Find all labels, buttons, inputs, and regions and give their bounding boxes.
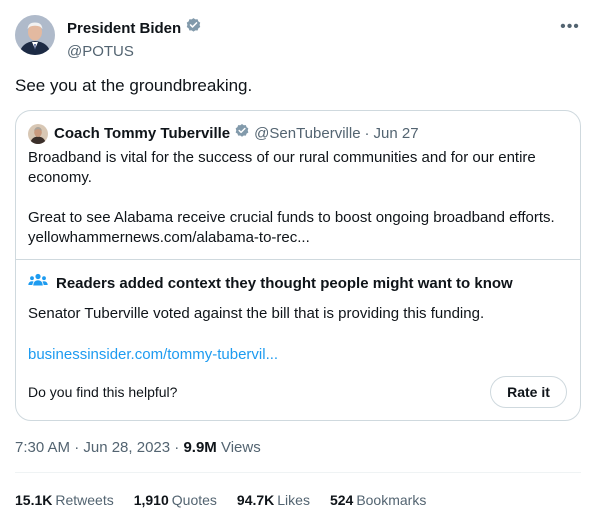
author-info: President Biden @POTUS (67, 17, 202, 60)
verified-badge-icon (185, 17, 202, 39)
likes-stat[interactable]: 94.7K Likes (237, 492, 310, 508)
tweet-meta: 7:30 AM · Jun 28, 2023 · 9.9M Views (15, 439, 261, 456)
quoted-paragraph-1: Broadband is vital for the success of ou… (28, 149, 536, 186)
quoted-tweet[interactable]: Coach Tommy Tuberville @SenTuberville · … (15, 110, 581, 421)
divider (15, 472, 581, 473)
community-note-title: Readers added context they thought peopl… (56, 275, 513, 292)
more-icon: ••• (560, 18, 580, 35)
community-note: Readers added context they thought peopl… (16, 259, 580, 420)
bookmarks-stat[interactable]: 524 Bookmarks (330, 492, 426, 508)
author-handle[interactable]: @POTUS (67, 43, 202, 60)
engagement-stats: 15.1K Retweets 1,910 Quotes 94.7K Likes 524… (15, 492, 446, 508)
quoted-separator: · (364, 125, 370, 142)
retweets-count: 15.1K (15, 492, 53, 508)
quotes-stat[interactable]: 1,910 Quotes (134, 492, 217, 508)
likes-count: 94.7K (236, 492, 275, 508)
retweets-stat[interactable]: 15.1K Retweets (15, 492, 114, 508)
quotes-label: Quotes (171, 492, 217, 508)
author-avatar[interactable] (15, 15, 55, 55)
timestamp[interactable]: 7:30 AM · Jun 28, 2023 · (15, 439, 183, 456)
bookmarks-label: Bookmarks (356, 492, 427, 508)
views-label: Views (216, 439, 261, 456)
quoted-author-avatar (28, 123, 48, 144)
community-icon (28, 273, 48, 294)
helpful-question: Do you find this helpful? (28, 384, 178, 400)
bookmarks-count: 524 (329, 492, 354, 508)
more-options-button[interactable]: ••• (559, 17, 581, 37)
author-name[interactable]: President Biden (67, 20, 181, 37)
quoted-date: Jun 27 (373, 125, 419, 142)
tweet-text: See you at the groundbreaking. (15, 76, 253, 95)
community-note-link[interactable]: businessinsider.com/tommy-tubervil... (28, 346, 278, 363)
likes-label: Likes (277, 492, 310, 508)
rate-it-button[interactable]: Rate it (490, 376, 567, 408)
quoted-author-handle: @SenTuberville (254, 125, 361, 142)
quoted-tweet-header: Coach Tommy Tuberville @SenTuberville · … (28, 123, 419, 144)
retweets-label: Retweets (55, 492, 114, 508)
quoted-verified-badge-icon (234, 123, 250, 144)
community-note-header: Readers added context they thought peopl… (28, 273, 513, 294)
quoted-paragraph-2: Great to see Alabama receive crucial fun… (28, 209, 555, 246)
quoted-author-name: Coach Tommy Tuberville (54, 125, 231, 142)
community-note-text: Senator Tuberville voted against the bil… (28, 305, 485, 322)
quoted-tweet-body: Broadband is vital for the success of ou… (28, 148, 568, 248)
quotes-count: 1,910 (133, 492, 169, 508)
tweet-header: President Biden @POTUS ••• (15, 15, 581, 60)
views-count: 9.9M (183, 439, 217, 456)
